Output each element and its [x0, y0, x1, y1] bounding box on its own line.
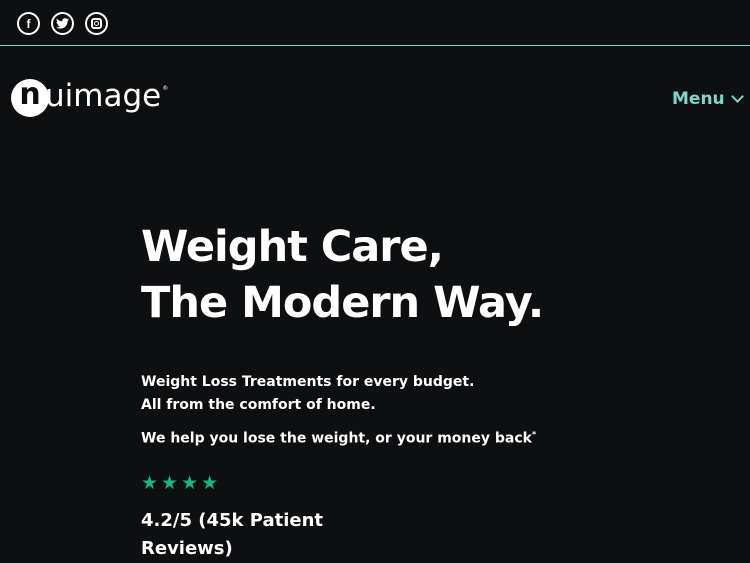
logo-mark: n: [11, 79, 49, 117]
chevron-down-icon: [730, 90, 744, 103]
facebook-icon[interactable]: f: [17, 12, 40, 35]
logo-registered-mark: ®: [162, 85, 169, 92]
promise-footnote-mark: *: [531, 430, 537, 439]
hero-title-line2: The Modern Way.: [141, 278, 544, 328]
top-social-bar: f: [0, 0, 750, 46]
instagram-glyph: [91, 18, 102, 29]
nuimage-logo[interactable]: n uimage ®: [11, 79, 168, 117]
hero-subtitle-line2: All from the comfort of home.: [141, 397, 376, 413]
twitter-icon[interactable]: [51, 12, 74, 35]
rating-line1: 4.2/5 (45k Patient: [141, 510, 324, 531]
hero-title: Weight Care, The Modern Way.: [141, 219, 621, 331]
star-icon: ★: [161, 472, 179, 494]
rating-summary: 4.2/5 (45k Patient Reviews): [141, 507, 341, 563]
star-icon: ★: [181, 472, 199, 494]
rating-stars: ★ ★ ★ ★: [141, 472, 218, 494]
hero-title-line1: Weight Care,: [141, 222, 444, 272]
star-icon: ★: [141, 472, 159, 494]
menu-label: Menu: [672, 89, 725, 109]
facebook-glyph: f: [26, 16, 31, 31]
hero-subtitle-line1: Weight Loss Treatments for every budget.: [141, 374, 475, 390]
instagram-icon[interactable]: [85, 12, 108, 35]
promise-text: We help you lose the weight, or your mon…: [141, 430, 532, 447]
logo-mark-letter: n: [19, 77, 41, 112]
star-icon: ★: [201, 472, 219, 494]
twitter-bird-glyph: [56, 18, 69, 29]
hero-heading: Weight Care, The Modern Way.: [141, 219, 621, 331]
rating-line2: Reviews): [141, 538, 233, 559]
hero-subtitle: Weight Loss Treatments for every budget.…: [141, 371, 561, 417]
money-back-promise: We help you lose the weight, or your mon…: [141, 430, 536, 447]
menu-button[interactable]: Menu: [672, 89, 744, 109]
logo-wordmark: uimage: [45, 77, 162, 114]
